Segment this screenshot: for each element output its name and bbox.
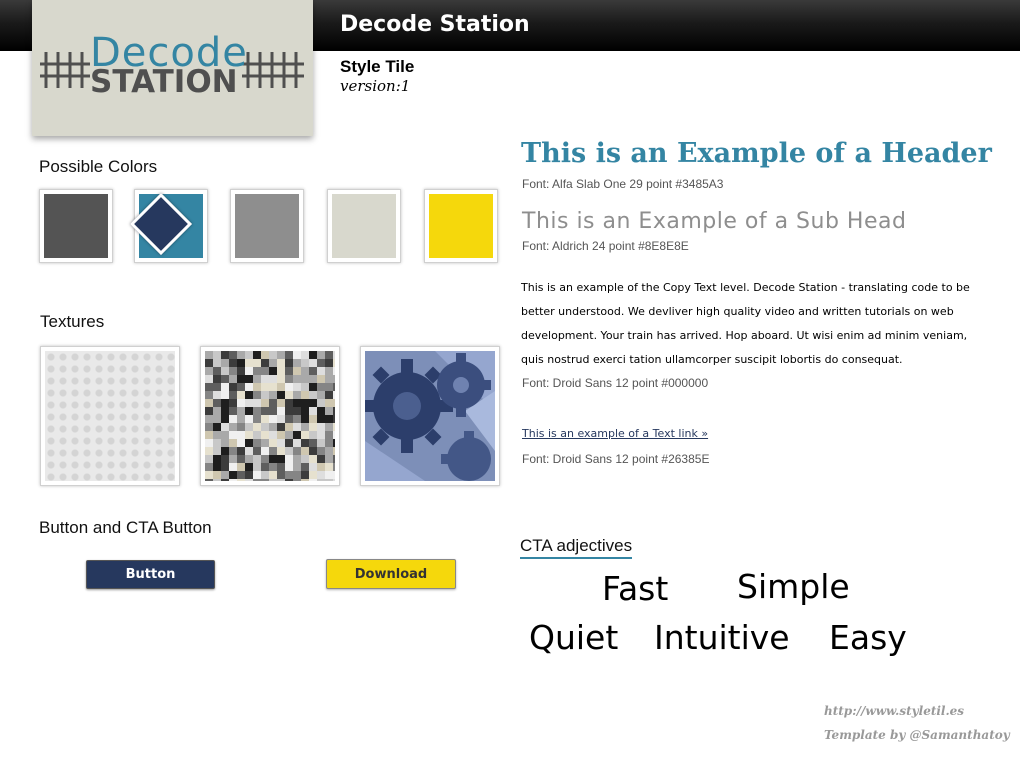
colors-heading: Possible Colors xyxy=(39,157,158,176)
download-button[interactable]: Download xyxy=(326,559,456,589)
copy-text-example: This is an example of the Copy Text leve… xyxy=(521,281,970,366)
gear-icon xyxy=(365,351,495,481)
logo-word-station: STATION xyxy=(90,64,238,100)
color-swatch xyxy=(230,189,304,263)
logo: Decode STATION xyxy=(32,0,313,136)
textures-heading: Textures xyxy=(40,312,105,331)
header-font-note: Font: Alfa Slab One 29 point #3485A3 xyxy=(522,177,724,191)
subhead-font-note: Font: Aldrich 24 point #8E8E8E xyxy=(522,239,689,253)
link-font-note: Font: Droid Sans 12 point #26385E xyxy=(522,452,710,466)
blue-gears-texture xyxy=(360,346,500,486)
text-link-example[interactable]: This is an example of a Text link » xyxy=(522,427,708,440)
color-swatch xyxy=(129,189,208,263)
adjective-intuitive: Intuitive xyxy=(654,618,790,657)
header-example: This is an Example of a Header xyxy=(521,138,992,169)
version-label: version:1 xyxy=(340,77,411,95)
color-swatch xyxy=(39,189,113,263)
adjective-simple: Simple xyxy=(737,567,850,606)
adjective-quiet: Quiet xyxy=(529,618,619,657)
color-swatch-fill xyxy=(235,194,299,258)
adjective-easy: Easy xyxy=(829,618,907,657)
color-swatch xyxy=(424,189,498,263)
copy-font-note: Font: Droid Sans 12 point #000000 xyxy=(522,376,709,390)
template-credit: Template by @Samanthatoy xyxy=(824,728,1010,742)
light-dots-texture xyxy=(40,346,180,486)
texture-fill xyxy=(205,351,335,481)
page-title: Decode Station xyxy=(340,12,530,37)
buttons-heading: Button and CTA Button xyxy=(39,518,212,537)
styletiles-url: http://www.styletil.es xyxy=(824,704,965,718)
primary-button[interactable]: Button xyxy=(86,560,215,589)
color-swatch-fill xyxy=(44,194,108,258)
texture-fill xyxy=(45,351,175,481)
cta-adjectives-heading: CTA adjectives xyxy=(520,536,633,559)
mosaic-tile-texture xyxy=(200,346,340,486)
subhead-example: This is an Example of a Sub Head xyxy=(522,209,907,234)
texture-fill xyxy=(365,351,495,481)
color-swatch xyxy=(327,189,401,263)
style-tile-label: Style Tile xyxy=(340,57,415,76)
color-swatch-fill xyxy=(332,194,396,258)
color-swatch-fill xyxy=(429,194,493,258)
mosaic-pattern xyxy=(205,351,335,481)
adjective-fast: Fast xyxy=(602,569,669,608)
